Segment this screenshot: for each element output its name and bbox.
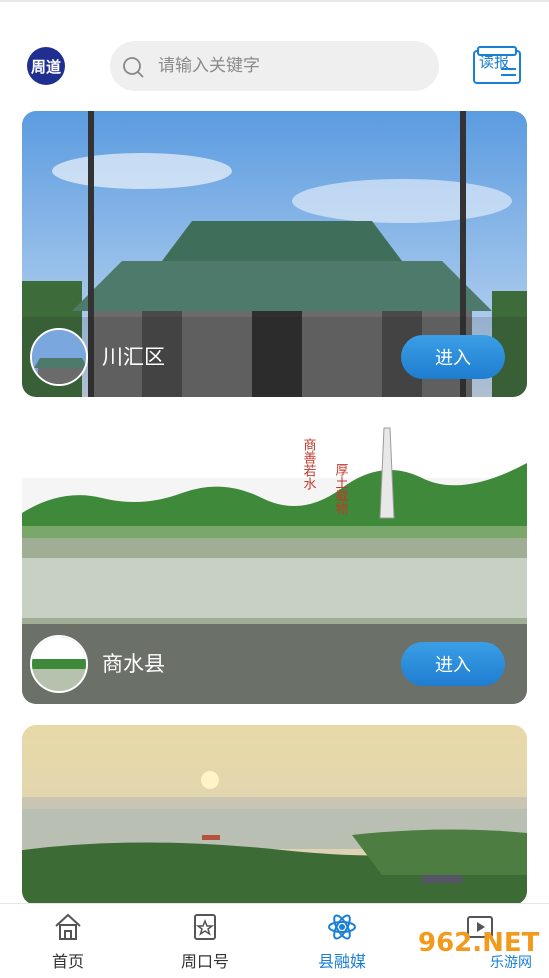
search-bar[interactable] [110,41,439,91]
search-input[interactable] [158,41,428,91]
search-icon [123,57,144,78]
tab-zhoukou-hao[interactable]: 周口号 [155,904,255,978]
read-newspaper-icon[interactable]: 读报 [471,45,523,87]
enter-button[interactable]: 进入 [401,335,505,379]
header: 周道 读报 [0,38,549,94]
tab-label: 首页 [51,952,84,971]
home-icon [55,913,81,940]
sunset-lake-photo [22,725,527,905]
star-bookmark-icon [194,914,216,940]
county-name: 商水县 [102,652,165,676]
county-thumbnail [30,328,88,386]
county-name: 川汇区 [102,345,165,369]
tab-label: 县融媒 [317,952,366,971]
card-info-bar: 商水县 进入 [22,624,527,704]
atom-icon [328,914,356,940]
card-info-bar: 川汇区 进入 [22,317,527,397]
tab-home[interactable]: 首页 [18,904,118,978]
read-label: 读报 [479,53,509,71]
county-thumbnail [30,635,88,693]
status-strip [0,0,549,2]
banner-text-2: 厚土载物 [333,463,349,516]
watermark-subtext: 乐游网 [490,955,532,970]
watermark-text: 962.NET [418,928,540,958]
tab-label: 周口号 [180,952,229,971]
county-card-chuanhui[interactable]: 川汇区 进入 [22,111,527,397]
app-logo[interactable]: 周道 [27,47,65,85]
banner-text-1: 商善若水 [301,438,317,490]
county-card-partial[interactable] [22,725,527,905]
tab-county-media[interactable]: 县融媒 [292,904,392,978]
site-watermark: 962.NET 乐游网 [418,928,540,970]
county-card-shangshui[interactable]: 商善若水 厚土载物 商水县 进入 [22,418,527,704]
enter-button[interactable]: 进入 [401,642,505,686]
